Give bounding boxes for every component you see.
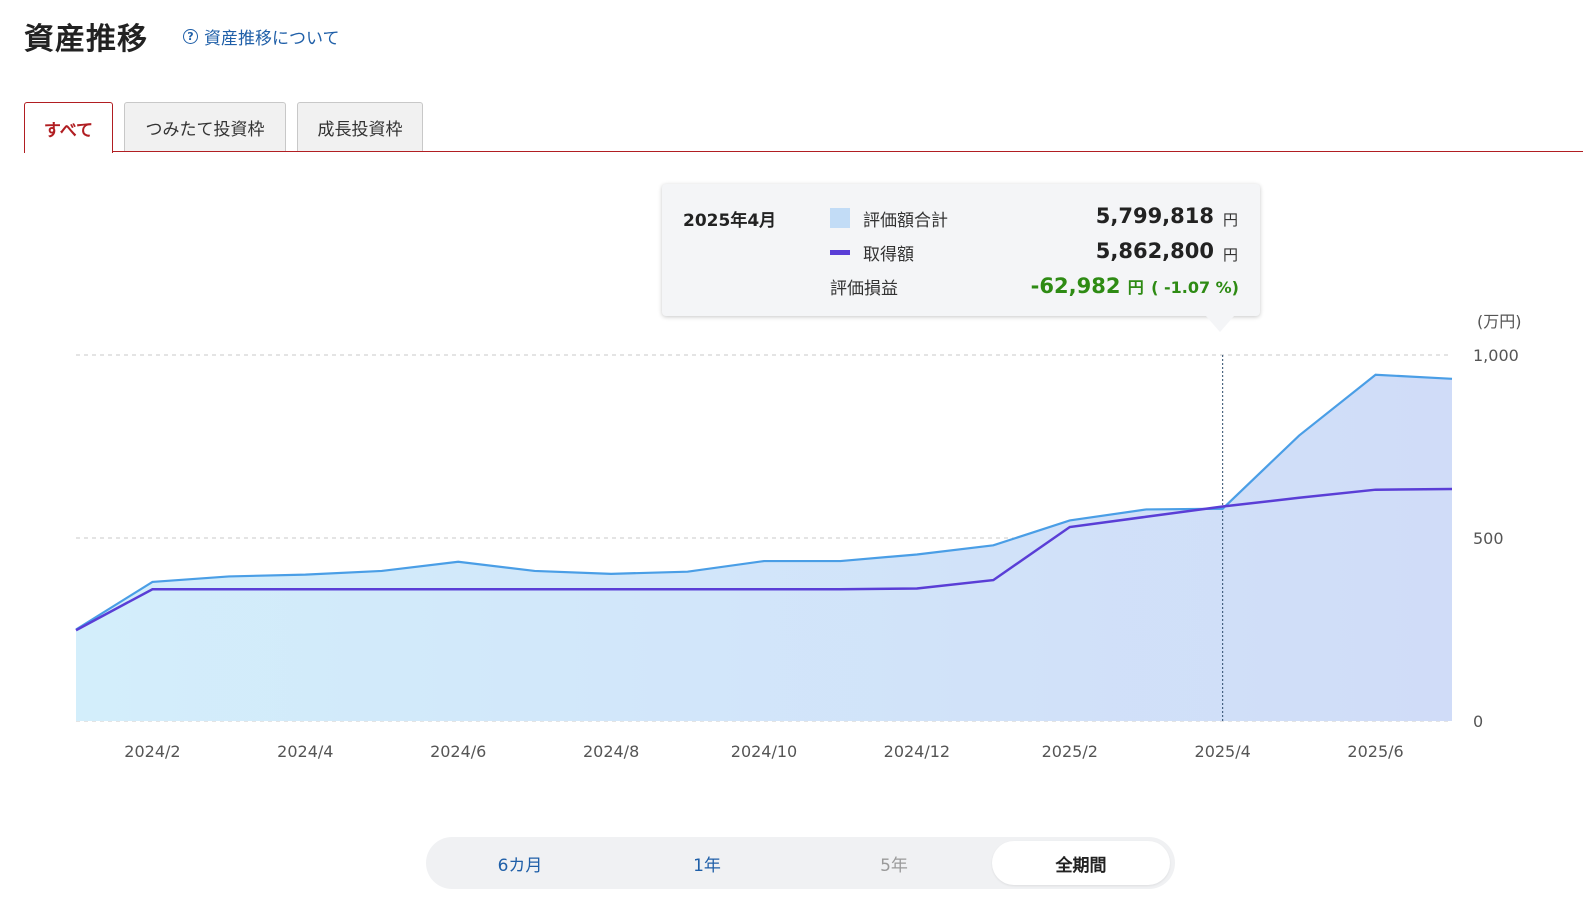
acq-unit: 円	[1222, 246, 1238, 264]
period-5y-button: 5年	[880, 855, 908, 876]
pl-value-group: -62,982 円 ( -1.07 %)	[1031, 274, 1239, 298]
asset-chart[interactable]: 0 500 1,000 (万円) 2024/2 2024/4 2024/6 2024/8 202…	[0, 0, 1583, 914]
period-all-button[interactable]: 全期間	[992, 841, 1170, 885]
pl-value: -62,982	[1030, 274, 1121, 298]
x-tick-label: 2025/2	[1042, 742, 1098, 761]
acq-label: 取得額	[863, 245, 914, 265]
tab-all[interactable]: すべて	[24, 102, 113, 153]
period-6m-button[interactable]: 6カ月	[431, 841, 609, 885]
pl-unit: 円	[1127, 278, 1144, 297]
y-unit-label: (万円)	[1477, 312, 1522, 331]
eval-unit: 円	[1222, 211, 1238, 229]
y-tick-label: 0	[1473, 712, 1483, 731]
x-tick-label: 2025/6	[1347, 742, 1403, 761]
x-tick-label: 2024/4	[277, 742, 333, 761]
eval-value: 5,799,818	[1095, 204, 1214, 228]
eval-label: 評価額合計	[863, 211, 948, 231]
y-tick-label: 500	[1473, 529, 1504, 548]
x-tick-label: 2024/2	[124, 742, 180, 761]
period-selector: 6カ月 1年 5年 全期間	[426, 837, 1175, 889]
x-tick-label: 2024/6	[430, 742, 486, 761]
x-tick-label: 2024/8	[583, 742, 639, 761]
eval-area	[76, 374, 1452, 721]
x-tick-label: 2024/12	[884, 742, 950, 761]
acq-legend-swatch	[830, 250, 850, 255]
pl-label: 評価損益	[830, 279, 898, 299]
y-tick-label: 1,000	[1473, 346, 1519, 365]
x-tick-label: 2025/4	[1195, 742, 1251, 761]
acq-value: 5,862,800	[1095, 239, 1214, 263]
chart-tooltip: 2025年4月 評価額合計 5,799,818 円 取得額 5,862,800 …	[662, 184, 1260, 316]
period-1y-button[interactable]: 1年	[618, 841, 796, 885]
tooltip-arrow	[1206, 316, 1234, 332]
pl-percent: ( -1.07 %)	[1151, 278, 1239, 297]
tooltip-month: 2025年4月	[683, 211, 777, 231]
x-tick-label: 2024/10	[731, 742, 797, 761]
eval-legend-swatch	[830, 208, 850, 228]
